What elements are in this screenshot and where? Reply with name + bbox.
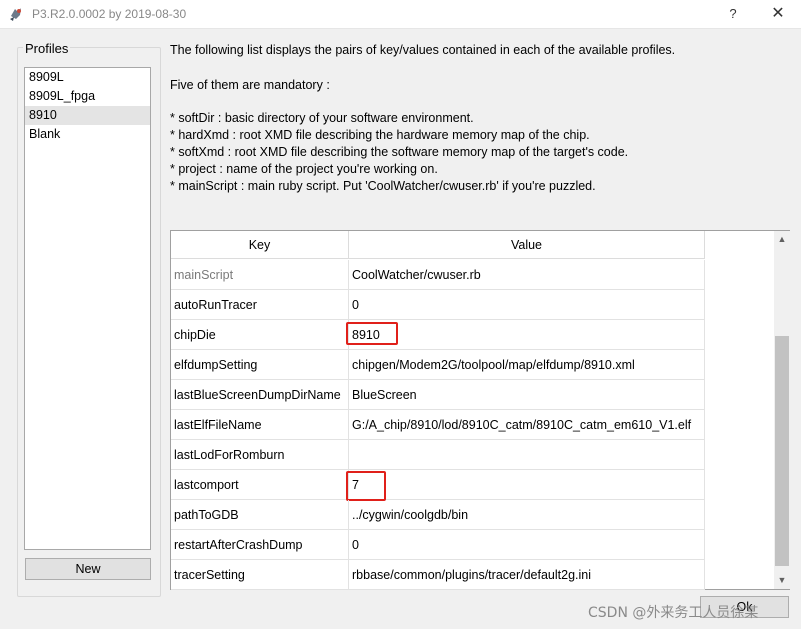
help-button[interactable]: ? [710, 0, 756, 29]
table-row[interactable]: lastElfFileName G:/A_chip/8910/lod/8910C… [171, 410, 705, 440]
description-bullet: * project : name of the project you're w… [170, 162, 438, 176]
table-row[interactable]: lastBlueScreenDumpDirName BlueScreen [171, 380, 705, 410]
column-header-value[interactable]: Value [349, 231, 705, 259]
table-row[interactable]: tracerSetting rbbase/common/plugins/trac… [171, 560, 705, 590]
row-key[interactable]: lastBlueScreenDumpDirName [171, 380, 349, 410]
new-profile-button[interactable]: New [25, 558, 151, 580]
title-bar: P3.R2.0.0002 by 2019-08-30 ? ✕ [0, 0, 801, 29]
highlight-annotation [346, 471, 386, 501]
row-value[interactable]: G:/A_chip/8910/lod/8910C_catm/8910C_catm… [349, 410, 705, 440]
highlight-annotation [346, 322, 398, 345]
vertical-scrollbar[interactable]: ▲ ▼ [774, 231, 790, 589]
profile-item[interactable]: Blank [25, 125, 150, 144]
window-title: P3.R2.0.0002 by 2019-08-30 [32, 7, 187, 21]
scroll-thumb[interactable] [775, 336, 789, 566]
row-key[interactable]: lastcomport [171, 470, 349, 500]
scroll-down-arrow-icon[interactable]: ▼ [774, 572, 790, 589]
description-bullet: * mainScript : main ruby script. Put 'Co… [170, 179, 596, 193]
close-button[interactable]: ✕ [755, 0, 801, 29]
row-value[interactable]: CoolWatcher/cwuser.rb [349, 260, 705, 290]
row-value[interactable]: 0 [349, 290, 705, 320]
row-key[interactable]: mainScript [171, 260, 349, 290]
row-key[interactable]: autoRunTracer [171, 290, 349, 320]
row-value[interactable]: 8910 [349, 320, 705, 350]
profile-item[interactable]: 8909L [25, 68, 150, 87]
row-key[interactable]: elfdumpSetting [171, 350, 349, 380]
table-row[interactable]: pathToGDB ../cygwin/coolgdb/bin [171, 500, 705, 530]
watermark: CSDN @外来务工人员徐某 [588, 605, 759, 621]
table-row[interactable]: chipDie 8910 [171, 320, 705, 350]
profile-item-selected[interactable]: 8910 [25, 106, 150, 125]
description-intro: The following list displays the pairs of… [170, 43, 676, 57]
row-value[interactable]: ../cygwin/coolgdb/bin [349, 500, 705, 530]
profiles-list[interactable]: 8909L 8909L_fpga 8910 Blank [24, 67, 151, 550]
table-row[interactable]: autoRunTracer 0 [171, 290, 705, 320]
column-header-key[interactable]: Key [171, 231, 349, 259]
key-value-table[interactable]: Key Value mainScript CoolWatcher/cwuser.… [170, 230, 790, 590]
row-key[interactable]: pathToGDB [171, 500, 349, 530]
row-value[interactable]: 7 [349, 470, 705, 500]
table-header: Key Value [171, 231, 705, 259]
table-row[interactable]: mainScript CoolWatcher/cwuser.rb [171, 260, 705, 290]
row-key[interactable]: tracerSetting [171, 560, 349, 590]
description-bullet: * softXmd : root XMD file describing the… [170, 145, 629, 159]
row-key[interactable]: chipDie [171, 320, 349, 350]
row-value[interactable]: BlueScreen [349, 380, 705, 410]
scroll-up-arrow-icon[interactable]: ▲ [774, 231, 790, 248]
table-row[interactable]: lastLodForRomburn [171, 440, 705, 470]
profile-item[interactable]: 8909L_fpga [25, 87, 150, 106]
table-row[interactable]: restartAfterCrashDump 0 [171, 530, 705, 560]
row-value[interactable]: rbbase/common/plugins/tracer/default2g.i… [349, 560, 705, 590]
row-value[interactable]: chipgen/Modem2G/toolpool/map/elfdump/891… [349, 350, 705, 380]
description-bullet: * softDir : basic directory of your soft… [170, 111, 474, 125]
row-key[interactable]: lastLodForRomburn [171, 440, 349, 470]
app-icon [10, 8, 21, 21]
row-value[interactable]: 0 [349, 530, 705, 560]
row-key[interactable]: lastElfFileName [171, 410, 349, 440]
row-key[interactable]: restartAfterCrashDump [171, 530, 349, 560]
row-value[interactable] [349, 440, 705, 470]
profiles-label: Profiles [23, 41, 71, 56]
table-row[interactable]: lastcomport 7 [171, 470, 705, 501]
table-row[interactable]: elfdumpSetting chipgen/Modem2G/toolpool/… [171, 350, 705, 380]
description-mandatory: Five of them are mandatory : [170, 78, 330, 92]
description-bullet: * hardXmd : root XMD file describing the… [170, 128, 590, 142]
